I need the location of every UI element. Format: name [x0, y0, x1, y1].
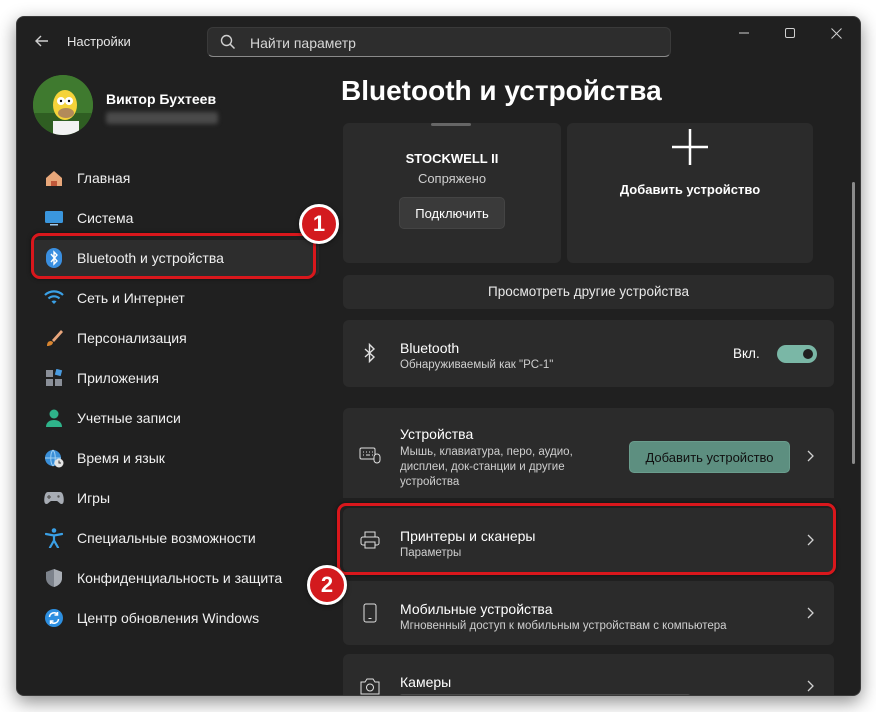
back-arrow-icon[interactable]	[31, 30, 53, 52]
bluetooth-toggle[interactable]	[777, 345, 817, 363]
shield-icon	[43, 567, 65, 589]
bluetooth-title: Bluetooth	[400, 340, 460, 356]
bluetooth-symbol-icon	[359, 342, 381, 364]
view-more-devices-button[interactable]: Просмотреть другие устройства	[343, 275, 834, 309]
plus-icon	[670, 127, 710, 172]
sidebar-item-label: Сеть и Интернет	[77, 290, 185, 306]
sidebar-item-system[interactable]: Система	[31, 200, 319, 236]
account-icon	[43, 407, 65, 429]
system-icon	[43, 207, 65, 229]
sidebar-item-label: Конфиденциальность и защита	[77, 570, 283, 586]
scrollbar[interactable]	[852, 182, 855, 464]
bluetooth-subtitle: Обнаруживаемый как "PC-1"	[400, 359, 554, 371]
mobile-devices-row[interactable]: Мобильные устройства Мгновенный доступ к…	[343, 581, 834, 645]
apps-icon	[43, 367, 65, 389]
sidebar-item-gaming[interactable]: Игры	[31, 480, 319, 516]
mobile-subtitle: Мгновенный доступ к мобильным устройства…	[400, 620, 727, 632]
update-icon	[43, 607, 65, 629]
devices-row[interactable]: Устройства Мышь, клавиатура, перо, аудио…	[343, 408, 834, 498]
search-icon	[220, 34, 236, 55]
sidebar-item-privacy[interactable]: Конфиденциальность и защита	[31, 560, 319, 596]
sidebar-item-label: Учетные записи	[77, 410, 181, 426]
page-title: Bluetooth и устройства	[341, 75, 662, 106]
devices-subtitle-line1: Мышь, клавиатура, перо, аудио,	[400, 446, 573, 458]
avatar[interactable]	[33, 75, 93, 135]
keyboard-mouse-icon	[359, 444, 381, 466]
chevron-right-icon	[804, 606, 816, 620]
device-name: STOCKWELL II	[405, 151, 499, 166]
sidebar-item-label: Специальные возможности	[77, 530, 256, 546]
sidebar-item-label: Персонализация	[77, 330, 187, 346]
sidebar-item-personalization[interactable]: Персонализация	[31, 320, 319, 356]
sidebar-item-label: Приложения	[77, 370, 159, 386]
maximize-button[interactable]	[767, 17, 813, 49]
device-status: Сопряжено	[417, 171, 487, 186]
highlight-bluetooth-item	[31, 233, 316, 279]
add-device-card[interactable]: Добавить устройство	[567, 123, 813, 263]
sidebar-item-label: Время и язык	[77, 450, 165, 466]
app-title: Настройки	[67, 34, 131, 49]
sidebar-item-accessibility[interactable]: Специальные возможности	[31, 520, 319, 556]
toggle-knob	[803, 349, 813, 359]
devices-title: Устройства	[400, 426, 474, 442]
step-marker-2: 2	[307, 565, 347, 605]
sidebar-item-network[interactable]: Сеть и Интернет	[31, 280, 319, 316]
user-name: Виктор Бухтеев	[106, 91, 217, 107]
devices-subtitle-line3: устройства	[400, 476, 460, 488]
sidebar-item-label: Игры	[77, 490, 111, 506]
user-email-blurred	[106, 112, 218, 124]
sidebar-item-label: Главная	[77, 170, 131, 186]
accessibility-icon	[43, 527, 65, 549]
sidebar-item-apps[interactable]: Приложения	[31, 360, 319, 396]
highlight-printers-row	[337, 503, 836, 575]
sidebar-item-label: Система	[77, 210, 134, 226]
add-device-label: Добавить устройство	[619, 182, 761, 197]
cameras-title: Камеры	[400, 674, 452, 690]
add-device-button[interactable]: Добавить устройство	[629, 441, 790, 473]
search-box[interactable]	[207, 27, 671, 57]
wifi-icon	[43, 287, 65, 309]
paired-device-card: STOCKWELL II Сопряжено Подключить	[343, 123, 561, 263]
close-button[interactable]	[813, 17, 859, 49]
cameras-row[interactable]: Камеры	[343, 654, 834, 695]
bluetooth-state-label: Вкл.	[733, 346, 760, 361]
search-input[interactable]	[248, 33, 652, 53]
gamepad-icon	[43, 487, 65, 509]
chevron-right-icon	[804, 679, 816, 693]
minimize-button[interactable]	[721, 17, 767, 49]
globe-clock-icon	[43, 447, 65, 469]
phone-icon	[359, 602, 381, 624]
sidebar-nav: Главная Система Bluetooth и устройства С…	[31, 160, 319, 640]
sidebar-item-accounts[interactable]: Учетные записи	[31, 400, 319, 436]
sidebar-item-home[interactable]: Главная	[31, 160, 319, 196]
sidebar-item-time-language[interactable]: Время и язык	[31, 440, 319, 476]
settings-window: Настройки Виктор Бухтеев	[16, 16, 861, 696]
connect-button[interactable]: Подключить	[399, 197, 505, 229]
devices-subtitle-line2: дисплеи, док-станции и другие	[400, 461, 565, 473]
chevron-right-icon	[804, 449, 816, 463]
home-icon	[43, 167, 65, 189]
step-marker-1: 1	[299, 204, 339, 244]
mobile-title: Мобильные устройства	[400, 601, 553, 617]
device-image-edge	[431, 123, 471, 126]
bluetooth-row: Bluetooth Обнаруживаемый как "PC-1" Вкл.	[343, 320, 834, 387]
sidebar-item-label: Центр обновления Windows	[77, 610, 260, 626]
sidebar-item-windows-update[interactable]: Центр обновления Windows	[31, 600, 319, 636]
view-more-label: Просмотреть другие устройства	[488, 284, 689, 299]
cameras-subtitle-cutoff	[400, 694, 690, 695]
brush-icon	[43, 327, 65, 349]
camera-icon	[359, 675, 381, 695]
